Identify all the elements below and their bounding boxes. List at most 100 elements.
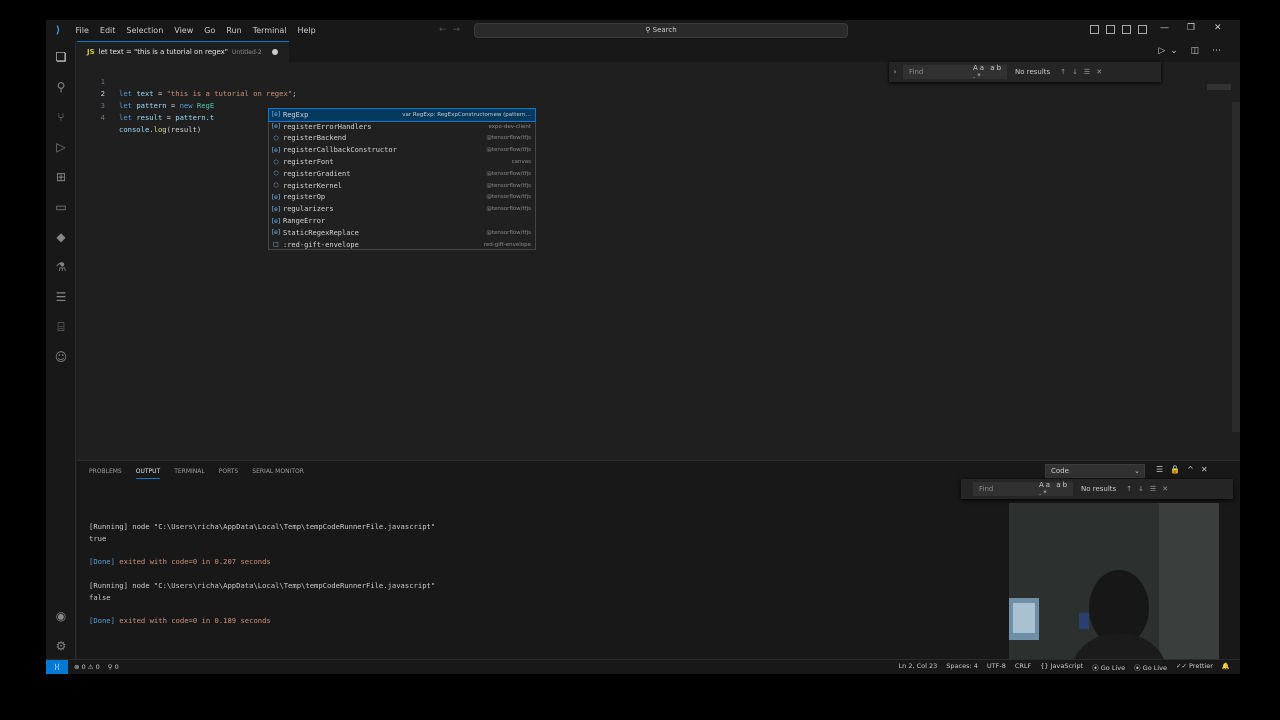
terminal-view-icon[interactable]: ⌸: [53, 319, 69, 335]
exit-message: exited with code=0 in 0.189 seconds: [114, 616, 271, 626]
find-options[interactable]: Aa ab .*: [973, 64, 1007, 80]
run-debug-icon[interactable]: ▷: [53, 139, 69, 155]
suggestion-item[interactable]: [e] StaticRegexReplace @tensorflow/tfjs: [269, 227, 535, 239]
tab-untitled-2[interactable]: JS let text = "this is a tutorial on reg…: [77, 41, 289, 62]
minimap[interactable]: [1207, 84, 1231, 90]
find-status: No results: [1015, 68, 1051, 76]
account-icon[interactable]: ◉: [53, 608, 69, 624]
output-channel-select[interactable]: Code ⌄: [1045, 464, 1145, 478]
minimize-icon[interactable]: —: [1160, 23, 1169, 33]
suggestion-item[interactable]: ⬡ registerFont canvas: [269, 156, 535, 168]
suggestion-label: StaticRegexReplace: [283, 228, 359, 237]
menu-help[interactable]: Help: [292, 26, 321, 35]
tab-output[interactable]: OUTPUT: [135, 465, 161, 479]
code-editor[interactable]: 1 let text = "this is a tutorial on rege…: [77, 62, 1240, 460]
panel-actions[interactable]: ☰🔒^✕: [1156, 465, 1215, 474]
suggestion-item[interactable]: □:red-gift-envelope red-gift-envelope: [269, 239, 535, 251]
settings-gear-icon[interactable]: ⚙: [53, 638, 69, 654]
editor-actions[interactable]: ▷⌄ ◫ ⋯: [1158, 46, 1226, 56]
tab-terminal[interactable]: TERMINAL: [174, 465, 205, 479]
search-view-icon[interactable]: ⚲: [53, 79, 69, 95]
suggestion-item[interactable]: ⬡ registerKernel @tensorflow/tfjs: [269, 180, 535, 192]
tab-problems[interactable]: PROBLEMS: [89, 465, 122, 479]
ports-count[interactable]: ⚲ 0: [108, 663, 119, 671]
menu-selection[interactable]: Selection: [121, 26, 169, 35]
output-line: [Done] exited with code=0 in 0.189 secon…: [89, 615, 435, 627]
nav-arrows[interactable]: ←→: [439, 25, 466, 35]
encoding[interactable]: UTF-8: [987, 662, 1006, 672]
javascript-file-icon: JS: [87, 48, 95, 56]
code-line: 2 let pattern = new RegE: [77, 76, 677, 110]
search-label: Search: [652, 26, 677, 34]
suggestion-item[interactable]: [e] RegExp var RegExp: RegExpConstructorne…: [268, 108, 536, 122]
tab-serial-monitor[interactable]: SERIAL MONITOR: [252, 465, 304, 479]
code-line: 1 let text = "this is a tutorial on rege…: [77, 64, 677, 98]
editor-scrollbar[interactable]: [1232, 102, 1240, 432]
customize-layout-icon[interactable]: [1138, 25, 1147, 34]
menu-run[interactable]: Run: [221, 26, 247, 35]
line-number: 4: [100, 113, 105, 122]
source-control-icon[interactable]: ⑂: [53, 109, 69, 125]
suggestion-detail: @tensorflow/tfjs: [486, 135, 531, 142]
suggestion-item[interactable]: [e] RangeError: [269, 215, 535, 227]
language-mode[interactable]: {} JavaScript: [1040, 662, 1083, 672]
suggestion-label: RegExp: [283, 110, 309, 119]
toggle-primary-sidebar-icon[interactable]: [1090, 25, 1099, 34]
done-tag: [Done]: [89, 616, 115, 626]
output-find-options[interactable]: Aa ab .*: [1039, 481, 1073, 497]
tab-ports[interactable]: PORTS: [219, 465, 239, 479]
go-live-button[interactable]: ⦿ Go Live: [1092, 662, 1125, 672]
suggestion-label: registerOp: [283, 193, 326, 202]
suggestion-kind-icon: [e]: [271, 111, 281, 119]
toggle-replace-chevron-icon[interactable]: ›: [889, 68, 901, 76]
token: pattern.t: [175, 113, 215, 122]
remote-indicator-icon[interactable]: ⟩⟨: [46, 659, 68, 674]
menu-edit[interactable]: Edit: [94, 26, 121, 35]
window-controls: — ❐ ✕: [1160, 23, 1223, 33]
problems-count[interactable]: ⊗ 0 ⚠ 0: [74, 663, 100, 671]
editor-tab-bar: JS let text = "this is a tutorial on reg…: [77, 41, 1240, 62]
unsaved-dot-icon[interactable]: [271, 49, 278, 55]
suggestion-detail: @tensorflow/tfjs: [486, 170, 531, 177]
output-log: [Running] node "C:\Users\richa\AppData\L…: [89, 521, 435, 627]
go-live-button-2[interactable]: ⦿ Go Live: [1134, 662, 1167, 672]
command-center-search[interactable]: ⚲ Search: [474, 23, 848, 38]
docker-icon[interactable]: ◆: [53, 229, 69, 245]
menu-terminal[interactable]: Terminal: [247, 26, 292, 35]
token: (result): [166, 125, 202, 134]
search-icon: ⚲: [645, 26, 653, 34]
toggle-panel-icon[interactable]: [1106, 25, 1115, 34]
find-actions[interactable]: ↑↓☰✕: [1060, 68, 1108, 76]
remote-explorer-icon[interactable]: ▭: [53, 199, 69, 215]
token: log: [153, 125, 167, 134]
vscode-window: ⟩ File Edit Selection View Go Run Termin…: [46, 20, 1240, 674]
suggestion-item[interactable]: ⬡ registerGradient @tensorflow/tfjs: [269, 168, 535, 180]
suggestion-detail: red-gift-envelope: [483, 241, 531, 248]
end-of-line[interactable]: CRLF: [1015, 662, 1031, 672]
suggestion-item[interactable]: ⬡ registerBackend @tensorflow/tfjs: [269, 133, 535, 145]
suggestion-item[interactable]: [e] registerOp @tensorflow/tfjs: [269, 192, 535, 204]
copilot-icon[interactable]: ☺: [53, 349, 69, 365]
suggestion-kind-icon: ⬡: [273, 182, 279, 190]
suggestion-item[interactable]: [e] registerCallbackConstructor @tensorflo…: [269, 144, 535, 156]
toggle-secondary-sidebar-icon[interactable]: [1122, 25, 1131, 34]
suggestion-item[interactable]: [e] regularizers @tensorflow/tfjs: [269, 203, 535, 215]
suggest-widget: [e] RegExp var RegExp: RegExpConstructorne…: [268, 108, 536, 250]
extensions-icon[interactable]: ⊞: [53, 169, 69, 185]
list-view-icon[interactable]: ☰: [53, 289, 69, 305]
close-window-icon[interactable]: ✕: [1214, 23, 1223, 33]
explorer-icon[interactable]: ❏: [53, 49, 69, 65]
output-find-actions[interactable]: ↑↓☰✕: [1126, 485, 1174, 493]
menu-view[interactable]: View: [169, 26, 199, 35]
menu-file[interactable]: File: [70, 26, 94, 35]
prettier-status[interactable]: ✓✓ Prettier: [1176, 662, 1213, 672]
cursor-position[interactable]: Ln 2, Col 23: [899, 662, 938, 672]
testing-icon[interactable]: ⚗: [53, 259, 69, 275]
notifications-bell-icon[interactable]: 🔔: [1222, 662, 1230, 672]
menu-go[interactable]: Go: [199, 26, 221, 35]
suggestion-item[interactable]: [e] registerErrorHandlers expo-dev-client: [269, 121, 535, 133]
restore-icon[interactable]: ❐: [1187, 23, 1196, 33]
done-tag: [Done]: [89, 557, 115, 567]
indentation[interactable]: Spaces: 4: [946, 662, 978, 672]
